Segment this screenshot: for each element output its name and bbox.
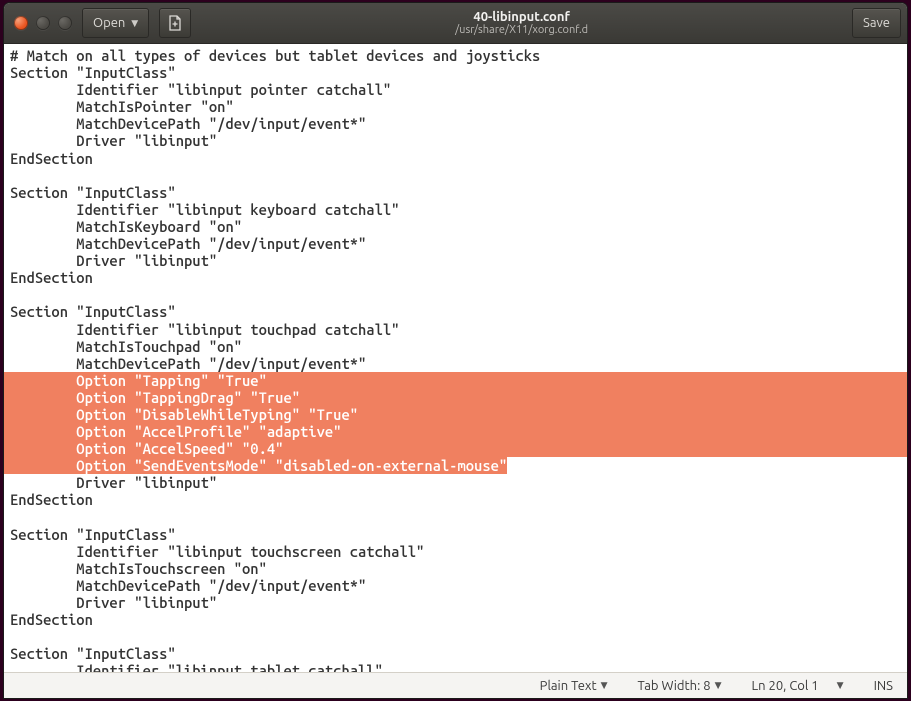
chevron-down-icon: ▼ bbox=[837, 680, 844, 691]
editor-line[interactable]: MatchIsPointer "on" bbox=[10, 98, 907, 115]
editor-line[interactable]: MatchIsKeyboard "on" bbox=[10, 218, 907, 235]
editor-line[interactable]: Option "AccelProfile" "adaptive" bbox=[4, 423, 907, 440]
open-button[interactable]: Open ▼ bbox=[82, 8, 149, 38]
editor-line[interactable]: EndSection bbox=[10, 150, 907, 167]
chevron-down-icon: ▼ bbox=[601, 680, 608, 691]
editor-line[interactable] bbox=[10, 628, 907, 645]
minimize-icon[interactable] bbox=[36, 16, 50, 30]
editor-line[interactable]: Driver "libinput" bbox=[10, 474, 907, 491]
maximize-icon[interactable] bbox=[58, 16, 72, 30]
syntax-label: Plain Text bbox=[540, 679, 597, 693]
editor-line[interactable]: Driver "libinput" bbox=[10, 594, 907, 611]
headerbar: Open ▼ 40-libinput.conf /usr/share/X11/x… bbox=[4, 3, 907, 44]
insert-mode[interactable]: INS bbox=[874, 679, 893, 693]
editor-line[interactable]: Identifier "libinput pointer catchall" bbox=[10, 81, 907, 98]
insert-mode-label: INS bbox=[874, 679, 893, 693]
editor-line[interactable]: EndSection bbox=[10, 611, 907, 628]
editor-line[interactable]: MatchDevicePath "/dev/input/event*" bbox=[10, 577, 907, 594]
document-path: /usr/share/X11/xorg.conf.d bbox=[201, 24, 842, 36]
editor-line[interactable]: MatchIsTouchpad "on" bbox=[10, 338, 907, 355]
text-editor-window: Open ▼ 40-libinput.conf /usr/share/X11/x… bbox=[4, 3, 907, 698]
editor-line[interactable]: Option "DisableWhileTyping" "True" bbox=[4, 406, 907, 423]
tab-width-label: Tab Width: 8 bbox=[638, 679, 711, 693]
window-controls bbox=[10, 16, 72, 30]
editor-line[interactable]: Option "TappingDrag" "True" bbox=[4, 389, 907, 406]
chevron-down-icon: ▼ bbox=[715, 680, 722, 691]
new-document-button[interactable] bbox=[159, 8, 191, 38]
editor-line[interactable]: Option "Tapping" "True" bbox=[4, 372, 907, 389]
chevron-down-icon: ▼ bbox=[131, 18, 138, 29]
editor-line[interactable]: MatchDevicePath "/dev/input/event*" bbox=[10, 355, 907, 372]
statusbar: Plain Text ▼ Tab Width: 8 ▼ Ln 20, Col 1… bbox=[4, 672, 907, 698]
editor-line[interactable]: MatchDevicePath "/dev/input/event*" bbox=[10, 115, 907, 132]
editor-line[interactable]: Identifier "libinput keyboard catchall" bbox=[10, 201, 907, 218]
save-button-label: Save bbox=[863, 16, 890, 30]
editor-line[interactable]: Section "InputClass" bbox=[10, 526, 907, 543]
tab-width-selector[interactable]: Tab Width: 8 ▼ bbox=[638, 679, 722, 693]
document-title: 40-libinput.conf bbox=[201, 10, 842, 24]
new-document-icon bbox=[168, 15, 182, 31]
editor-line[interactable]: Section "InputClass" bbox=[10, 64, 907, 81]
title-block: 40-libinput.conf /usr/share/X11/xorg.con… bbox=[201, 10, 842, 36]
cursor-position-label: Ln 20, Col 1 bbox=[752, 679, 819, 693]
open-button-label: Open bbox=[93, 16, 125, 30]
close-icon[interactable] bbox=[14, 16, 28, 30]
editor-line[interactable]: Section "InputClass" bbox=[10, 303, 907, 320]
syntax-selector[interactable]: Plain Text ▼ bbox=[540, 679, 608, 693]
editor-line[interactable]: EndSection bbox=[10, 269, 907, 286]
editor-line[interactable]: Identifier "libinput touchpad catchall" bbox=[10, 321, 907, 338]
editor-line[interactable]: MatchDevicePath "/dev/input/event*" bbox=[10, 235, 907, 252]
editor-line[interactable]: # Match on all types of devices but tabl… bbox=[10, 47, 907, 64]
cursor-position[interactable]: Ln 20, Col 1 ▼ bbox=[752, 679, 844, 693]
editor-line[interactable] bbox=[10, 509, 907, 526]
editor-line[interactable] bbox=[10, 167, 907, 184]
editor-line[interactable]: EndSection bbox=[10, 491, 907, 508]
editor-line[interactable]: Option "SendEventsMode" "disabled-on-ext… bbox=[10, 457, 907, 474]
save-button[interactable]: Save bbox=[852, 8, 901, 38]
editor-line[interactable]: Identifier "libinput touchscreen catchal… bbox=[10, 543, 907, 560]
editor-line[interactable] bbox=[10, 286, 907, 303]
editor-line[interactable]: Driver "libinput" bbox=[10, 252, 907, 269]
editor-line[interactable]: MatchIsTouchscreen "on" bbox=[10, 560, 907, 577]
editor-line[interactable]: Section "InputClass" bbox=[10, 645, 907, 662]
editor-line[interactable]: Section "InputClass" bbox=[10, 184, 907, 201]
editor-line[interactable]: Option "AccelSpeed" "0.4" bbox=[4, 440, 907, 457]
editor-line[interactable]: Driver "libinput" bbox=[10, 132, 907, 149]
editor-line[interactable]: Identifier "libinput tablet catchall" bbox=[10, 662, 907, 672]
editor-text-area[interactable]: # Match on all types of devices but tabl… bbox=[4, 44, 907, 672]
